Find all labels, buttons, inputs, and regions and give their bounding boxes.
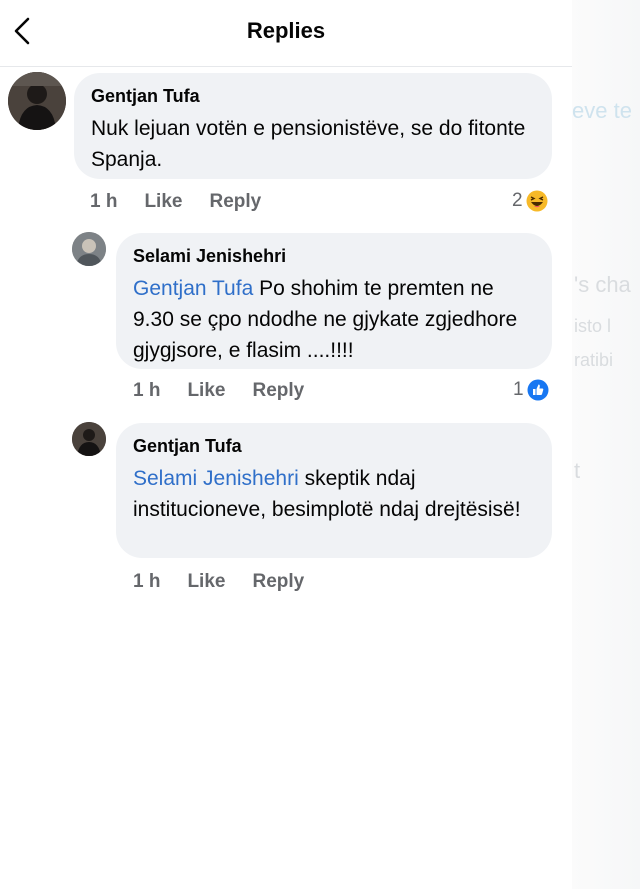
comment-actions: 1 h Like Reply <box>90 191 288 213</box>
reaction-summary[interactable]: 1 <box>513 379 549 401</box>
comment-actions: 1 h Like Reply <box>133 571 331 593</box>
comment-author[interactable]: Selami Jenishehri <box>133 246 535 267</box>
reaction-count: 1 <box>513 379 524 400</box>
background-panel: eve te 's cha isto l ratibi t <box>572 0 640 889</box>
reply-button[interactable]: Reply <box>252 571 304 592</box>
avatar[interactable] <box>72 422 106 456</box>
comment-body: Nuk lejuan votën e pensionistëve, se do … <box>91 117 526 171</box>
mention-link[interactable]: Selami Jenishehri <box>133 467 299 490</box>
page-title: Replies <box>246 18 326 43</box>
comment-bubble[interactable]: Gentjan Tufa Selami Jenishehri skeptik n… <box>116 423 552 558</box>
reaction-summary[interactable]: 2 <box>512 190 548 212</box>
comment-time: 1 h <box>133 571 161 592</box>
comment-actions: 1 h Like Reply <box>133 380 331 402</box>
comment-bubble[interactable]: Selami Jenishehri Gentjan Tufa Po shohim… <box>116 233 552 369</box>
reply-button[interactable]: Reply <box>252 380 304 401</box>
comment-author[interactable]: Gentjan Tufa <box>91 86 535 107</box>
like-thumb-icon <box>527 379 549 401</box>
comment-text: Nuk lejuan votën e pensionistëve, se do … <box>91 113 535 175</box>
replies-header: Replies <box>0 0 572 67</box>
mention-link[interactable]: Gentjan Tufa <box>133 277 253 300</box>
comment-text: Selami Jenishehri skeptik ndaj instituci… <box>133 463 535 525</box>
reaction-count: 2 <box>512 190 523 211</box>
avatar[interactable] <box>8 72 66 130</box>
comment-text: Gentjan Tufa Po shohim te premten ne 9.3… <box>133 273 535 366</box>
like-button[interactable]: Like <box>144 191 182 212</box>
like-button[interactable]: Like <box>187 571 225 592</box>
reply-button[interactable]: Reply <box>209 191 261 212</box>
comment-author[interactable]: Gentjan Tufa <box>133 436 535 457</box>
comment-bubble[interactable]: Gentjan Tufa Nuk lejuan votën e pensioni… <box>74 73 552 179</box>
haha-emoji-icon <box>526 190 548 212</box>
comment-time: 1 h <box>90 191 118 212</box>
like-button[interactable]: Like <box>187 380 225 401</box>
comment-time: 1 h <box>133 380 161 401</box>
avatar[interactable] <box>72 232 106 266</box>
